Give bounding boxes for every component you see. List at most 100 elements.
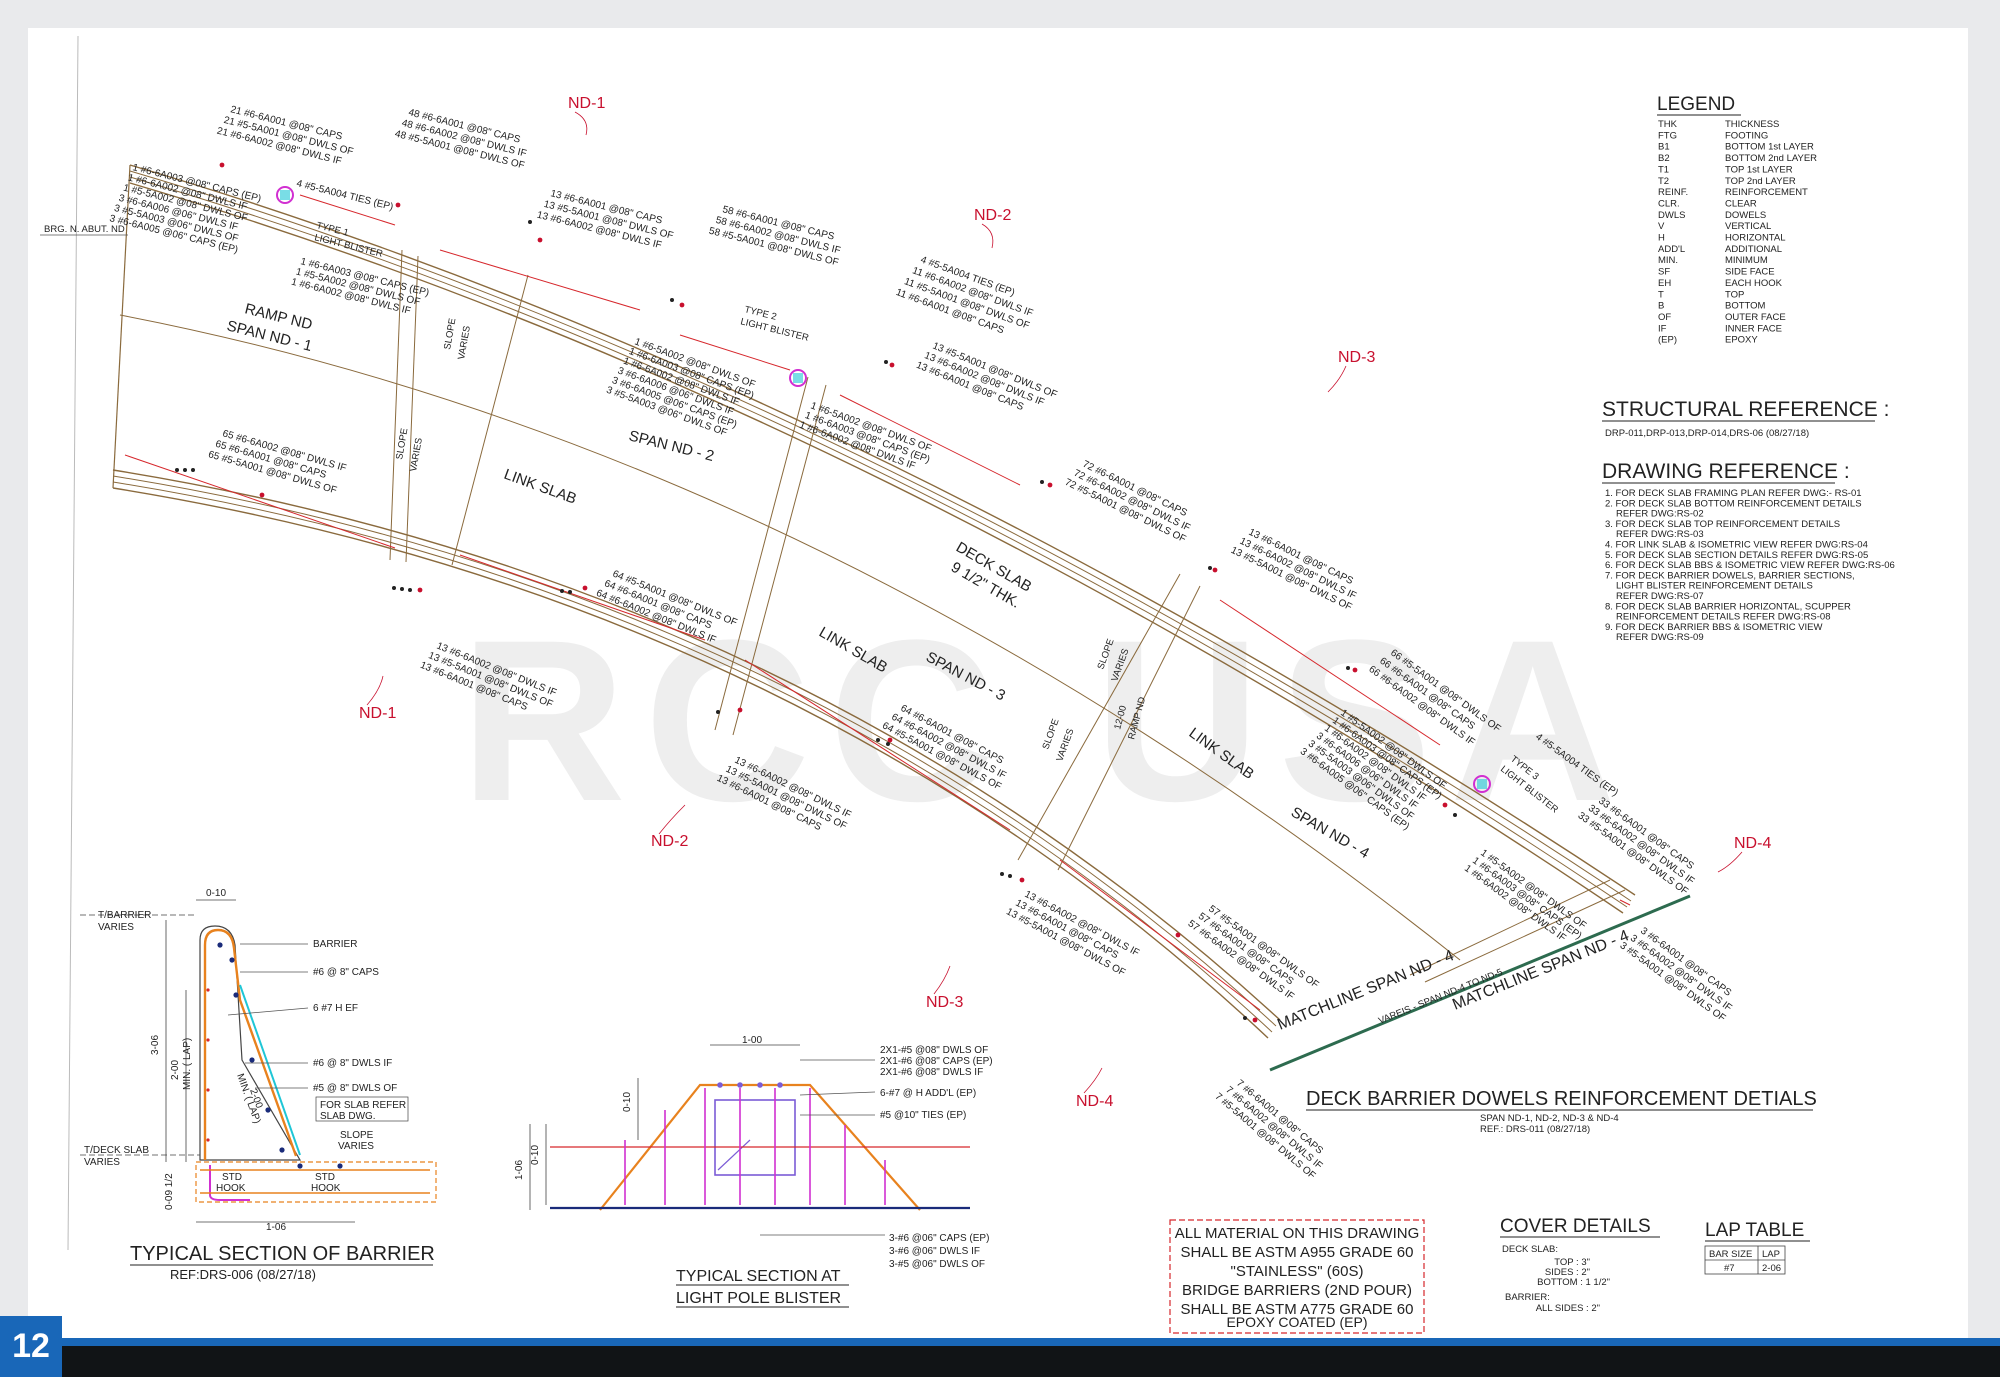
svg-text:MIN. ( LAP): MIN. ( LAP) bbox=[182, 1038, 193, 1090]
svg-text:ALL SIDES : 2": ALL SIDES : 2" bbox=[1536, 1303, 1600, 1314]
matchline-label-2: MATCHLINE SPAN ND - 4 bbox=[1450, 927, 1631, 1014]
svg-text:0-10: 0-10 bbox=[622, 1092, 633, 1112]
rebar-group: 65 #6-6A002 @08" DWLS IF 65 #6-6A001 @08… bbox=[207, 428, 348, 496]
nd-marker: ND-4 bbox=[1734, 835, 1771, 852]
svg-text:1-06: 1-06 bbox=[514, 1160, 525, 1180]
svg-text:0-10: 0-10 bbox=[206, 888, 226, 899]
legend-abbr: DWLS bbox=[1658, 210, 1685, 221]
barrier-section-title: TYPICAL SECTION OF BARRIER bbox=[130, 1243, 435, 1265]
legend: LEGEND THK THICKNESS FTG FOOTING B1 BOTTOM 1s… bbox=[1657, 94, 1817, 346]
svg-text:3-06: 3-06 bbox=[150, 1035, 161, 1055]
nd-marker: ND-3 bbox=[1338, 349, 1375, 366]
structural-reference-title: STRUCTURAL REFERENCE : bbox=[1602, 398, 1889, 421]
nd-marker: ND-1 bbox=[568, 95, 605, 112]
svg-text:0-10: 0-10 bbox=[530, 1145, 541, 1165]
svg-text:SLOPE: SLOPE bbox=[394, 427, 410, 460]
legend-abbr: T2 bbox=[1658, 176, 1669, 187]
svg-text:BARRIER: BARRIER bbox=[313, 939, 357, 950]
drawing-reference: DRAWING REFERENCE : 1. FOR DECK SLAB FRA… bbox=[1602, 460, 1895, 643]
svg-text:DRP-011,DRP-013,DRP-014,DRS-06: DRP-011,DRP-013,DRP-014,DRS-06 (08/27/18… bbox=[1605, 428, 1809, 439]
rebar-group: 13 #5-5A001 @08" DWLS OF 13 #6-6A002 @08… bbox=[914, 341, 1058, 414]
matchline-label-1: MATCHLINE SPAN ND - 4 bbox=[1275, 947, 1456, 1034]
svg-text:VARIES: VARIES bbox=[338, 1141, 374, 1152]
svg-text:FOR SLAB REFER: FOR SLAB REFER bbox=[320, 1100, 406, 1111]
rebar-group: 3 #6-6A001 @08" CAPS 3 #6-6A002 @08" DWL… bbox=[1618, 926, 1734, 1025]
nd-marker: ND-2 bbox=[974, 207, 1011, 224]
legend-abbr: EH bbox=[1658, 278, 1671, 289]
brg-abut-label: BRG. N. ABUT. ND bbox=[44, 224, 125, 235]
link-slab-label-1: LINK SLAB bbox=[502, 466, 579, 508]
svg-text:REF.: DRS-011 (08/27/18): REF.: DRS-011 (08/27/18) bbox=[1480, 1124, 1590, 1135]
legend-abbr: REINF. bbox=[1658, 187, 1688, 198]
legend-meaning: MINIMUM bbox=[1725, 255, 1768, 266]
rebar-group: 1 #6-5A002 @08" DWLS OF 1 #6-6A003 @08" … bbox=[798, 400, 933, 472]
svg-text:STD: STD bbox=[315, 1172, 335, 1183]
legend-meaning: TOP 2nd LAYER bbox=[1725, 176, 1796, 187]
svg-text:STD: STD bbox=[222, 1172, 242, 1183]
rebar-group: 1 #6-6A003 @08" CAPS (EP) 1 #6-6A002 @08… bbox=[108, 162, 262, 256]
legend-abbr: FTG bbox=[1658, 130, 1677, 141]
svg-text:6 #7 H EF: 6 #7 H EF bbox=[313, 1003, 358, 1014]
page-number-badge: 12 bbox=[0, 1316, 62, 1377]
svg-text:3-#5 @06" DWLS OF: 3-#5 @06" DWLS OF bbox=[889, 1259, 985, 1270]
legend-meaning: BOTTOM bbox=[1725, 301, 1766, 312]
svg-text:1-00: 1-00 bbox=[742, 1035, 762, 1046]
nd-marker: ND-2 bbox=[651, 833, 688, 850]
svg-text:DECK SLAB:: DECK SLAB: bbox=[1502, 1244, 1558, 1255]
span-nd-2-label: SPAN ND - 2 bbox=[627, 427, 716, 465]
legend-meaning: TOP 1st LAYER bbox=[1725, 164, 1793, 175]
legend-abbr: IF bbox=[1658, 323, 1667, 334]
svg-text:3-#6 @06" DWLS IF: 3-#6 @06" DWLS IF bbox=[889, 1246, 980, 1257]
drawing-reference-title: DRAWING REFERENCE : bbox=[1602, 460, 1850, 483]
legend-abbr: B2 bbox=[1658, 153, 1670, 164]
svg-text:SLOPE: SLOPE bbox=[340, 1130, 374, 1141]
svg-text:SPAN ND-1, ND-2, ND-3 & ND-4: SPAN ND-1, ND-2, ND-3 & ND-4 bbox=[1480, 1113, 1619, 1124]
rebar-group: 72 #6-6A001 @08" CAPS 72 #6-6A002 @08" D… bbox=[1063, 459, 1192, 545]
legend-meaning: ADDITIONAL bbox=[1725, 244, 1782, 255]
lap-table-cell: #7 bbox=[1724, 1263, 1735, 1274]
legend-abbr: B bbox=[1658, 301, 1664, 312]
structural-reference: STRUCTURAL REFERENCE : DRP-011,DRP-013,D… bbox=[1602, 398, 1889, 439]
svg-text:BRIDGE BARRIERS (2ND POUR): BRIDGE BARRIERS (2ND POUR) bbox=[1182, 1282, 1412, 1299]
legend-meaning: OUTER FACE bbox=[1725, 312, 1786, 323]
nd-marker: ND-3 bbox=[926, 994, 963, 1011]
plan-drawing: RCC USA RAMP ND SPAN ND - 1 SPAN ND - 2 … bbox=[40, 35, 1895, 1334]
svg-text:3 #6-6A002 @08" DWLS IF: 3 #6-6A002 @08" DWLS IF bbox=[1628, 933, 1734, 1014]
rebar-group: 13 #6-6A002 @08" DWLS IF 13 #6-6A001 @08… bbox=[1004, 889, 1141, 979]
lap-table-cell: 2-06 bbox=[1762, 1263, 1781, 1274]
svg-text:HOOK: HOOK bbox=[216, 1183, 246, 1194]
svg-text:#6 @ 8" DWLS IF: #6 @ 8" DWLS IF bbox=[313, 1058, 392, 1069]
rebar-group: 58 #6-6A001 @08" CAPS 58 #6-6A002 @08" D… bbox=[708, 204, 842, 268]
svg-text:VARIES: VARIES bbox=[84, 1157, 120, 1168]
svg-text:VARIES: VARIES bbox=[98, 922, 134, 933]
legend-meaning: BOTTOM 2nd LAYER bbox=[1725, 153, 1817, 164]
svg-text:REF:DRS-006 (08/27/18): REF:DRS-006 (08/27/18) bbox=[170, 1267, 316, 1282]
svg-text:2-00: 2-00 bbox=[170, 1060, 181, 1080]
svg-text:BOTTOM : 1 1/2": BOTTOM : 1 1/2" bbox=[1537, 1277, 1610, 1288]
legend-title: LEGEND bbox=[1657, 94, 1735, 115]
svg-text:3-#6 @06" CAPS (EP): 3-#6 @06" CAPS (EP) bbox=[889, 1233, 989, 1244]
svg-text:0-09 1/2: 0-09 1/2 bbox=[164, 1173, 175, 1210]
legend-meaning: TOP bbox=[1725, 289, 1744, 300]
legend-abbr: ADD'L bbox=[1658, 244, 1685, 255]
svg-text:6-#7 @ H ADD'L (EP): 6-#7 @ H ADD'L (EP) bbox=[880, 1088, 976, 1099]
pole-blister-title-1: TYPICAL SECTION AT bbox=[676, 1268, 841, 1285]
legend-meaning: THICKNESS bbox=[1725, 119, 1779, 130]
svg-text:#5 @10" TIES (EP): #5 @10" TIES (EP) bbox=[880, 1110, 966, 1121]
legend-meaning: HORIZONTAL bbox=[1725, 233, 1786, 244]
svg-text:2X1-#6 @08" CAPS (EP): 2X1-#6 @08" CAPS (EP) bbox=[880, 1056, 993, 1067]
lap-table-header: BAR SIZE bbox=[1709, 1249, 1752, 1260]
legend-abbr: MIN. bbox=[1658, 255, 1678, 266]
svg-text:T/BARRIER: T/BARRIER bbox=[98, 910, 151, 921]
pole-blister-title-2: LIGHT POLE BLISTER bbox=[676, 1290, 841, 1307]
legend-abbr: (EP) bbox=[1658, 335, 1677, 346]
cover-details: COVER DETAILS DECK SLAB: TOP : 3" SIDES … bbox=[1500, 1216, 1660, 1314]
lap-table: LAP TABLE BAR SIZE LAP #7 2-06 bbox=[1704, 1220, 1810, 1275]
legend-abbr: SF bbox=[1658, 267, 1670, 278]
svg-text:1 #6-6A003 @08" CAPS (EP): 1 #6-6A003 @08" CAPS (EP) bbox=[1470, 855, 1583, 942]
lap-table-header: LAP bbox=[1762, 1249, 1780, 1260]
svg-text:"STAINLESS" (60S): "STAINLESS" (60S) bbox=[1231, 1263, 1364, 1280]
legend-abbr: H bbox=[1658, 233, 1665, 244]
svg-text:4 #5-5A004 TIES (EP): 4 #5-5A004 TIES (EP) bbox=[295, 178, 394, 213]
rebar-group: 1 #6-5A002 @08" DWLS OF 1 #6-6A003 @08" … bbox=[605, 336, 757, 438]
